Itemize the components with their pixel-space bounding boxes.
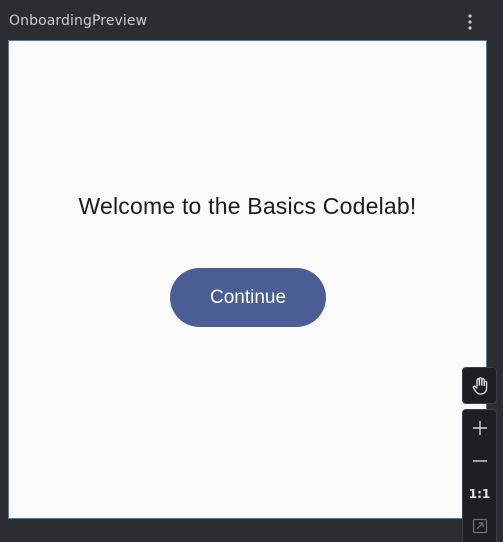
continue-button-label: Continue (209, 286, 287, 308)
zoom-out-button[interactable] (463, 445, 496, 477)
more-vertical-icon (468, 14, 472, 30)
zoom-to-fit-button[interactable] (463, 510, 496, 542)
zoom-in-button[interactable] (463, 412, 496, 444)
preview-panel: OnboardingPreview Welcome to the Basics … (0, 0, 503, 542)
panel-header: OnboardingPreview (0, 0, 503, 40)
preview-canvas[interactable]: Welcome to the Basics Codelab! Continue (8, 40, 487, 519)
continue-button[interactable]: Continue (170, 268, 326, 327)
more-options-button[interactable] (460, 12, 480, 32)
actual-size-label: 1:1 (468, 487, 491, 501)
welcome-text: Welcome to the Basics Codelab! (78, 193, 417, 219)
actual-size-button[interactable]: 1:1 (463, 478, 496, 510)
zoom-to-fit-icon (472, 518, 487, 534)
hand-icon (472, 376, 487, 395)
minus-icon (472, 460, 487, 462)
plus-icon (472, 421, 487, 435)
zoom-toolbar: 1:1 (462, 409, 497, 542)
panel-title: OnboardingPreview (9, 13, 148, 29)
pan-tool-button[interactable] (462, 367, 497, 404)
